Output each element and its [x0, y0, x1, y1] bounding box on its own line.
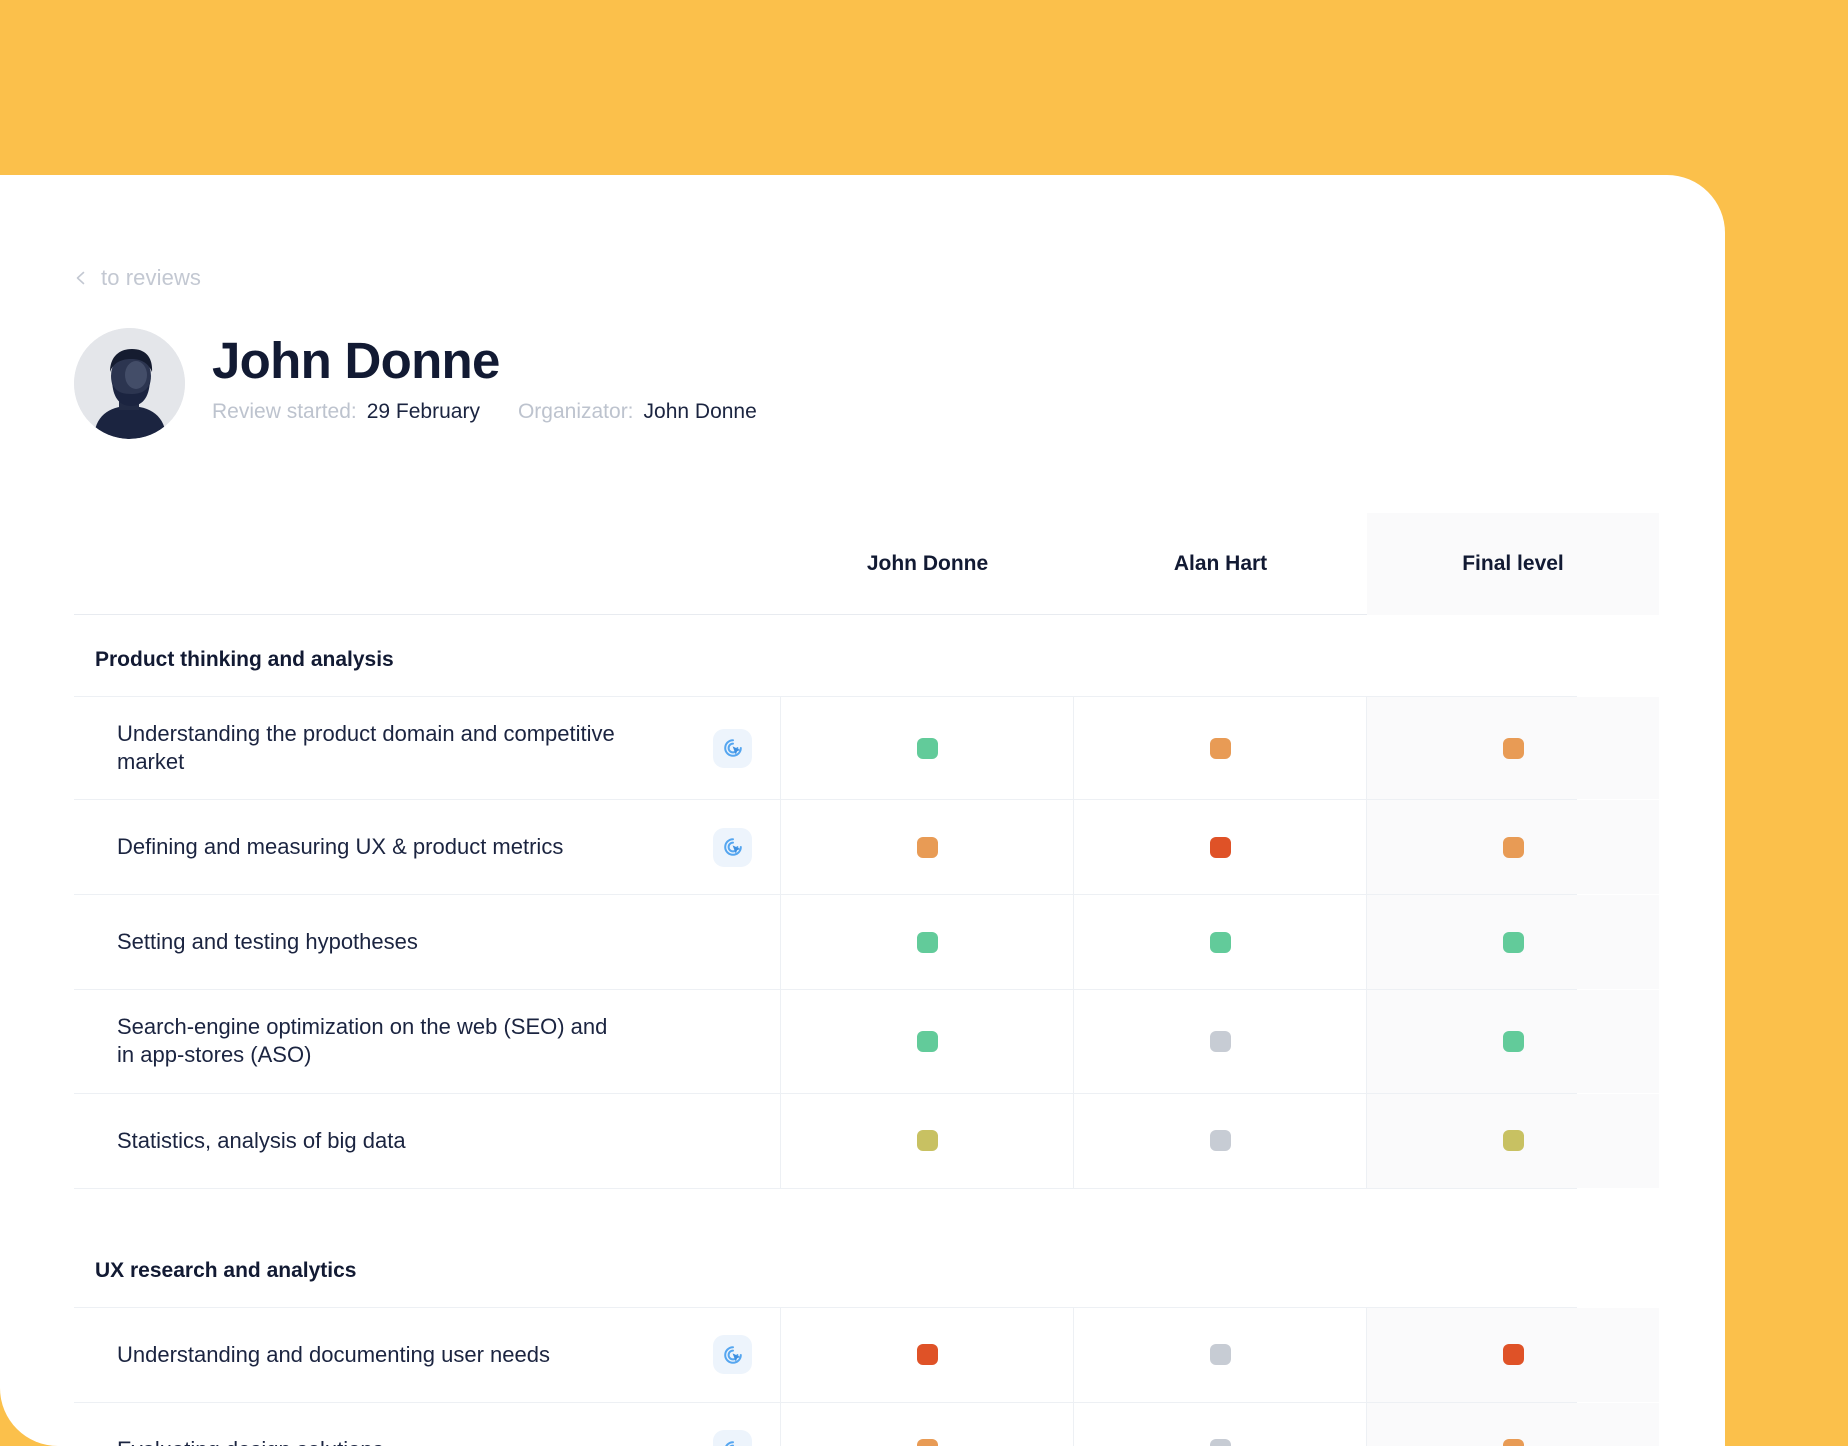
level-dot-green	[1210, 932, 1231, 953]
table-row[interactable]: Defining and measuring UX & product metr…	[74, 799, 1577, 894]
skill-name-cell: Understanding the product domain and com…	[74, 697, 781, 799]
section-title: Product thinking and analysis	[74, 615, 1577, 696]
rating-cell-john-donne[interactable]	[781, 697, 1074, 799]
rating-cell-final-level[interactable]	[1367, 895, 1659, 989]
level-dot-orange	[917, 837, 938, 858]
chevron-left-icon	[74, 271, 88, 285]
table-header-row: John Donne Alan Hart Final level	[74, 513, 1577, 615]
table-row[interactable]: Evaluating design solutions	[74, 1402, 1577, 1446]
level-dot-orange	[917, 1439, 938, 1446]
rating-cell-alan-hart[interactable]	[1074, 895, 1367, 989]
meta-review-started-value: 29 February	[367, 400, 480, 424]
level-dot-green	[1503, 1031, 1524, 1052]
skill-name-cell: Search-engine optimization on the web (S…	[74, 990, 781, 1092]
profile-meta: Review started: 29 February Organizator:…	[212, 400, 757, 424]
table-row[interactable]: Statistics, analysis of big data	[74, 1093, 1577, 1188]
rating-cell-john-donne[interactable]	[781, 1403, 1074, 1446]
skill-section: Product thinking and analysis Understand…	[74, 615, 1577, 1189]
meta-organizator: Organizator: John Donne	[518, 400, 757, 424]
table-row[interactable]: Understanding the product domain and com…	[74, 696, 1577, 799]
skill-label: Understanding the product domain and com…	[117, 720, 617, 776]
level-dot-gray	[1210, 1031, 1231, 1052]
rating-cell-alan-hart[interactable]	[1074, 800, 1367, 894]
level-dot-green	[917, 738, 938, 759]
back-to-reviews-link[interactable]: to reviews	[74, 265, 201, 291]
meta-review-started: Review started: 29 February	[212, 400, 480, 424]
skill-label: Statistics, analysis of big data	[117, 1127, 406, 1155]
table-row[interactable]: Setting and testing hypotheses	[74, 894, 1577, 989]
cursor-click-icon[interactable]	[713, 1430, 752, 1446]
page-title: John Donne	[212, 334, 757, 388]
section-title: UX research and analytics	[74, 1189, 1577, 1307]
table-row[interactable]: Understanding and documenting user needs	[74, 1307, 1577, 1402]
level-dot-red	[1503, 1344, 1524, 1365]
rating-cell-alan-hart[interactable]	[1074, 1308, 1367, 1402]
level-dot-orange	[1210, 738, 1231, 759]
level-dot-gray	[1210, 1344, 1231, 1365]
rating-cell-final-level[interactable]	[1367, 800, 1659, 894]
rating-cell-final-level[interactable]	[1367, 1094, 1659, 1188]
level-dot-olive	[917, 1130, 938, 1151]
skill-name-cell: Statistics, analysis of big data	[74, 1094, 781, 1188]
level-dot-orange	[1503, 837, 1524, 858]
skill-label: Defining and measuring UX & product metr…	[117, 833, 563, 861]
column-header-final-level: Final level	[1367, 513, 1659, 615]
rating-cell-john-donne[interactable]	[781, 1094, 1074, 1188]
skill-name-cell: Evaluating design solutions	[74, 1403, 781, 1446]
level-dot-red	[1210, 837, 1231, 858]
meta-organizator-value: John Donne	[644, 400, 757, 424]
rating-cell-final-level[interactable]	[1367, 697, 1659, 799]
back-link-label: to reviews	[101, 265, 201, 291]
level-dot-orange	[1503, 738, 1524, 759]
rating-cell-john-donne[interactable]	[781, 990, 1074, 1092]
level-dot-gray	[1210, 1130, 1231, 1151]
cursor-click-icon[interactable]	[713, 1335, 752, 1374]
profile-header: John Donne Review started: 29 February O…	[74, 328, 757, 439]
skill-name-cell: Defining and measuring UX & product metr…	[74, 800, 781, 894]
skills-matrix-table: John Donne Alan Hart Final level Product…	[74, 513, 1577, 1446]
rating-cell-alan-hart[interactable]	[1074, 990, 1367, 1092]
rating-cell-john-donne[interactable]	[781, 1308, 1074, 1402]
level-dot-olive	[1503, 1130, 1524, 1151]
rating-cell-final-level[interactable]	[1367, 1403, 1659, 1446]
skill-name-cell: Understanding and documenting user needs	[74, 1308, 781, 1402]
rating-cell-alan-hart[interactable]	[1074, 1403, 1367, 1446]
rating-cell-john-donne[interactable]	[781, 895, 1074, 989]
column-header-john-donne: John Donne	[781, 513, 1074, 615]
rating-cell-final-level[interactable]	[1367, 1308, 1659, 1402]
level-dot-gray	[1210, 1439, 1231, 1446]
skill-section: UX research and analytics Understanding …	[74, 1189, 1577, 1446]
level-dot-green	[917, 1031, 938, 1052]
avatar	[74, 328, 185, 439]
table-row[interactable]: Search-engine optimization on the web (S…	[74, 989, 1577, 1092]
skill-name-cell: Setting and testing hypotheses	[74, 895, 781, 989]
skill-label: Understanding and documenting user needs	[117, 1341, 550, 1369]
rating-cell-alan-hart[interactable]	[1074, 697, 1367, 799]
cursor-click-icon[interactable]	[713, 828, 752, 867]
rating-cell-john-donne[interactable]	[781, 800, 1074, 894]
level-dot-orange	[1503, 1439, 1524, 1446]
skill-label: Setting and testing hypotheses	[117, 928, 418, 956]
meta-review-started-label: Review started:	[212, 400, 357, 424]
skill-label: Evaluating design solutions	[117, 1436, 384, 1446]
cursor-click-icon[interactable]	[713, 729, 752, 768]
skill-label: Search-engine optimization on the web (S…	[117, 1013, 617, 1069]
rating-cell-alan-hart[interactable]	[1074, 1094, 1367, 1188]
level-dot-green	[917, 932, 938, 953]
rating-cell-final-level[interactable]	[1367, 990, 1659, 1092]
column-header-alan-hart: Alan Hart	[1074, 513, 1367, 615]
meta-organizator-label: Organizator:	[518, 400, 634, 424]
column-header-skill	[74, 513, 781, 615]
level-dot-green	[1503, 932, 1524, 953]
level-dot-red	[917, 1344, 938, 1365]
